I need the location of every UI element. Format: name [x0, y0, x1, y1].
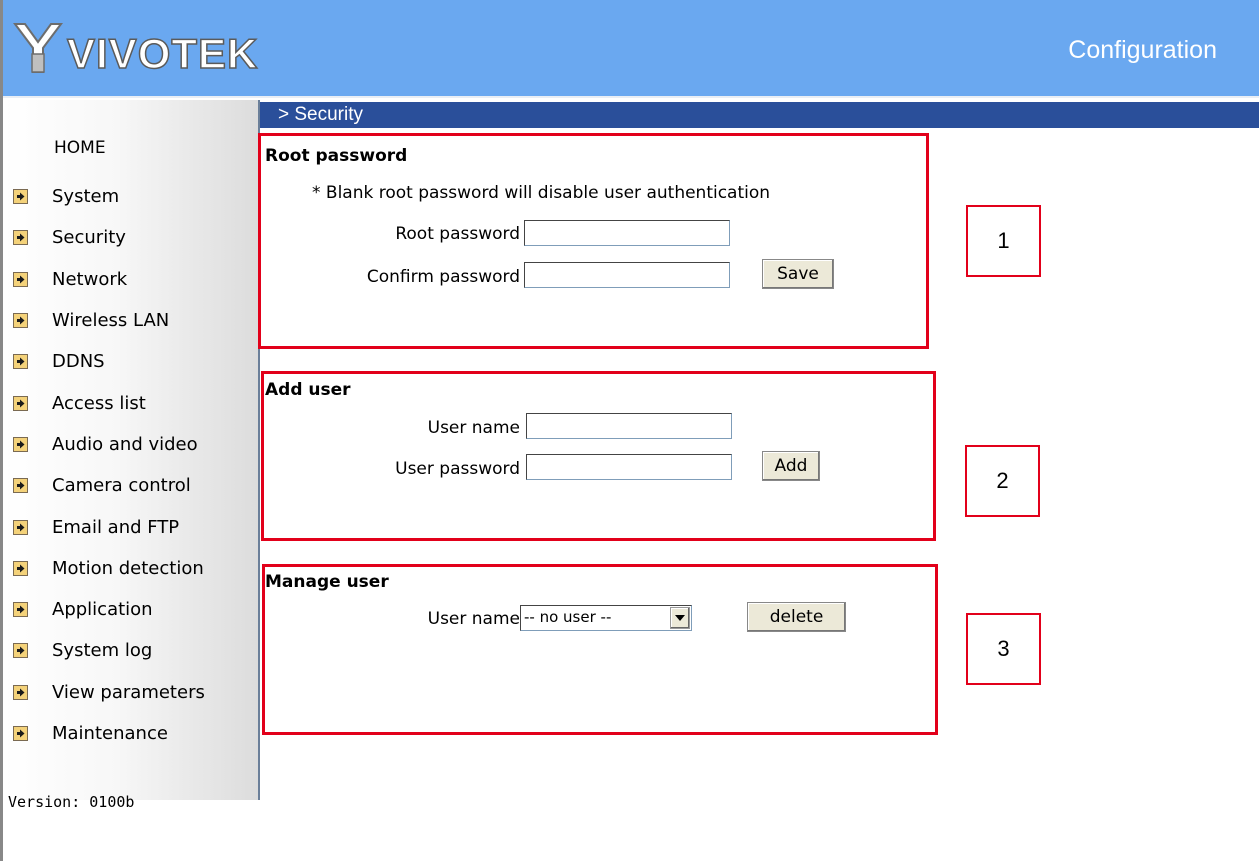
sidebar-item-label: Motion detection: [52, 557, 204, 579]
sidebar-item-label: Camera control: [52, 475, 191, 497]
sidebar-item-label: Security: [52, 227, 126, 249]
arrow-right-icon: [13, 643, 28, 659]
sidebar-item-maintenance[interactable]: Maintenance: [13, 713, 205, 754]
arrow-right-icon: [13, 726, 28, 741]
sidebar-menu: System Security Network Wireless LAN DDN…: [13, 176, 205, 754]
sidebar-item-application[interactable]: Application: [13, 589, 205, 630]
sidebar-item-label: DDNS: [52, 351, 105, 373]
sidebar-item-label: Access list: [52, 392, 146, 414]
sidebar-item-home[interactable]: HOME: [54, 138, 106, 158]
svg-text:VIVOTEK: VIVOTEK: [67, 30, 258, 77]
arrow-right-icon: [13, 230, 28, 246]
sidebar-item-label: System log: [52, 640, 153, 662]
arrow-right-icon: [13, 519, 28, 535]
sidebar-item-label: Audio and video: [52, 433, 198, 455]
annotation-box-root-password: [258, 133, 929, 349]
arrow-right-icon: [13, 271, 28, 287]
version-label: Version: 0100b: [8, 793, 135, 811]
sidebar: HOME System Security Network Wireless LA…: [3, 100, 259, 811]
sidebar-item-label: Email and FTP: [52, 516, 180, 538]
sidebar-item-system-log[interactable]: System log: [13, 630, 205, 671]
sidebar-item-network[interactable]: Network: [13, 259, 205, 300]
arrow-right-icon: [13, 354, 28, 370]
callout-1: 1: [966, 205, 1041, 277]
breadcrumb: > Security: [260, 102, 1259, 128]
callout-3: 3: [966, 613, 1041, 685]
sidebar-item-audio-video[interactable]: Audio and video: [13, 424, 205, 465]
annotation-box-add-user: [261, 371, 936, 541]
arrow-right-icon: [13, 395, 28, 411]
sidebar-item-label: Maintenance: [52, 723, 168, 744]
arrow-right-icon: [13, 189, 28, 205]
sidebar-item-camera-control[interactable]: Camera control: [13, 465, 205, 506]
sidebar-item-ddns[interactable]: DDNS: [13, 341, 205, 382]
sidebar-item-label: Application: [52, 599, 153, 621]
vivotek-logo: VIVOTEK: [11, 18, 271, 78]
sidebar-item-system[interactable]: System: [13, 176, 205, 217]
sidebar-item-label: View parameters: [52, 681, 205, 703]
page-heading: Configuration: [1068, 36, 1217, 64]
sidebar-item-security[interactable]: Security: [13, 217, 205, 258]
sidebar-item-label: Network: [52, 268, 128, 290]
main-content: Root password * Blank root password will…: [258, 128, 1259, 861]
sidebar-item-access-list[interactable]: Access list: [13, 382, 205, 423]
sidebar-item-view-parameters[interactable]: View parameters: [13, 672, 205, 713]
arrow-right-icon: [13, 560, 28, 576]
arrow-right-icon: [13, 684, 28, 700]
header-bar: VIVOTEK Configuration: [3, 0, 1259, 98]
sidebar-item-motion-detection[interactable]: Motion detection: [13, 548, 205, 589]
sidebar-item-label: System: [52, 186, 120, 208]
arrow-right-icon: [13, 313, 28, 329]
sidebar-item-wireless-lan[interactable]: Wireless LAN: [13, 300, 205, 341]
annotation-box-manage-user: [262, 564, 938, 735]
arrow-right-icon: [13, 602, 28, 618]
arrow-right-icon: [13, 436, 28, 452]
arrow-right-icon: [13, 478, 28, 494]
sidebar-item-email-ftp[interactable]: Email and FTP: [13, 506, 205, 547]
sidebar-item-label: Wireless LAN: [52, 310, 170, 332]
callout-2: 2: [965, 445, 1040, 517]
